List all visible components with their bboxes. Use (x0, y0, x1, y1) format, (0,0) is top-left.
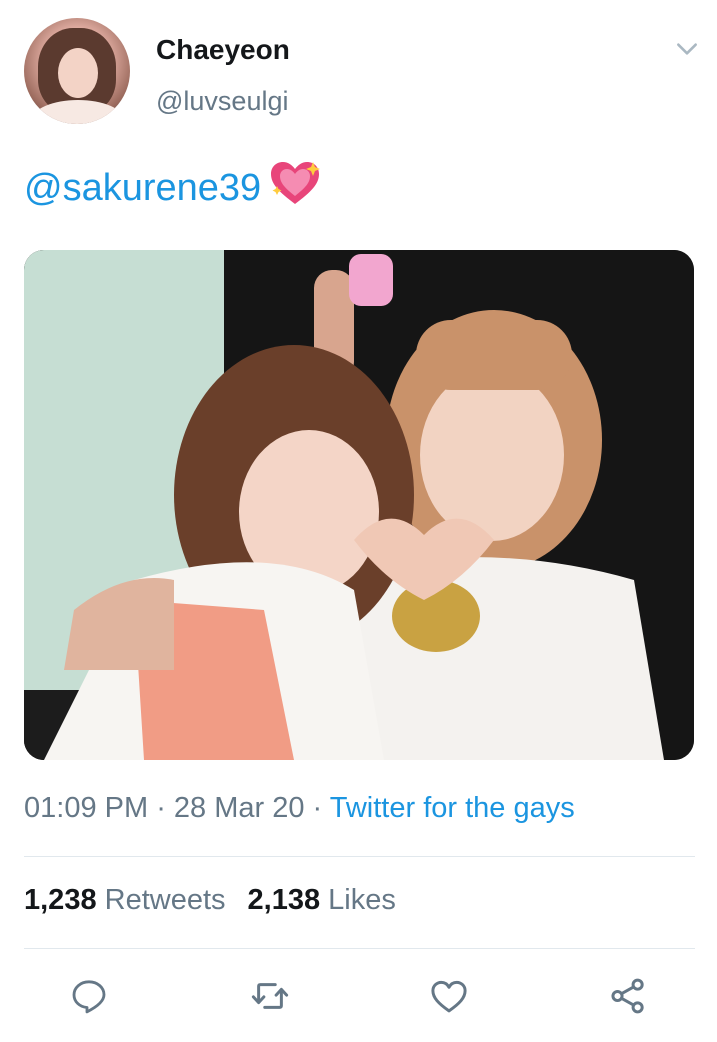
reply-icon (72, 980, 106, 1014)
meta-separator: · (148, 792, 174, 824)
likes-count: 2,138 (247, 884, 321, 916)
retweet-button[interactable] (248, 974, 292, 1018)
author-display-name[interactable]: Chaeyeon (156, 34, 290, 66)
mention-link[interactable]: @sakurene39 (24, 167, 261, 209)
author-handle[interactable]: @luvseulgi (156, 86, 288, 117)
share-icon (611, 978, 644, 1014)
sparkling-heart-emoji (269, 160, 321, 218)
tweet-text: @sakurene39 (24, 160, 321, 218)
tweet-meta: 01:09 PM · 28 Mar 20 · Twitter for the g… (24, 792, 575, 825)
tweet-source-link[interactable]: Twitter for the gays (330, 792, 575, 824)
divider (24, 948, 695, 949)
tweet-date: 28 Mar 20 (173, 792, 305, 824)
share-button[interactable] (606, 974, 650, 1018)
avatar[interactable] (24, 18, 130, 124)
retweets-stat[interactable]: 1,238 Retweets (24, 884, 226, 916)
likes-label: Likes (328, 884, 396, 916)
retweet-icon (251, 983, 289, 1009)
photo-illustration (24, 250, 694, 760)
tweet-time: 01:09 PM (24, 792, 149, 824)
tweet-stats: 1,238 Retweets 2,138 Likes (24, 884, 396, 917)
meta-separator: · (304, 792, 330, 824)
likes-stat[interactable]: 2,138 Likes (248, 884, 396, 916)
heart-icon (431, 980, 467, 1013)
chevron-down-icon[interactable] (674, 36, 700, 62)
divider (24, 856, 695, 857)
retweets-label: Retweets (104, 884, 226, 916)
retweets-count: 1,238 (24, 884, 97, 916)
tweet-photo[interactable] (24, 250, 694, 760)
avatar-shoulders (32, 100, 124, 124)
like-button[interactable] (427, 974, 471, 1018)
avatar-face (58, 48, 98, 98)
reply-button[interactable] (67, 974, 111, 1018)
